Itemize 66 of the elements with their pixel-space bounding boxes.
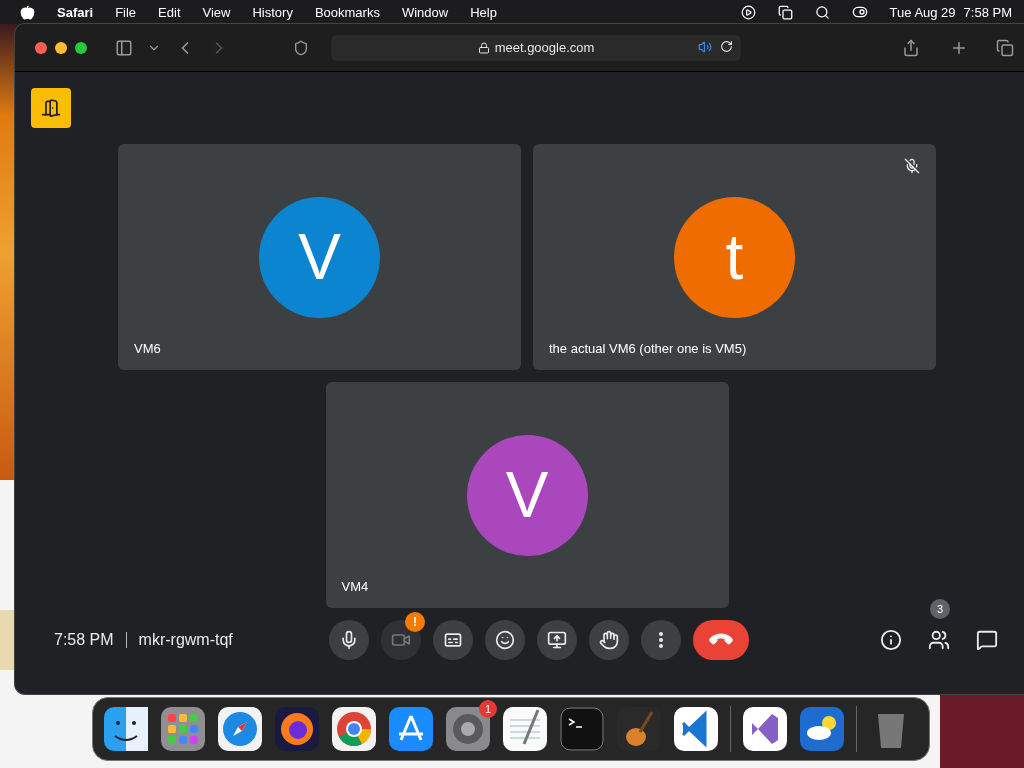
clock-time: 7:58 PM [54, 631, 114, 649]
tabs-icon[interactable] [996, 38, 1014, 57]
menu-bar-time: 7:58 PM [963, 4, 1012, 20]
participant-name: VM6 [134, 341, 161, 356]
terminal-icon[interactable] [559, 706, 605, 752]
close-button[interactable] [35, 41, 47, 54]
avatar: V [259, 196, 380, 318]
muted-mic-icon [904, 158, 920, 174]
lock-icon [477, 41, 490, 54]
menu-item[interactable]: History [252, 4, 293, 20]
chat-icon[interactable] [976, 629, 998, 651]
leave-button[interactable] [693, 620, 749, 660]
emoji-button[interactable] [485, 620, 525, 660]
control-center-icon[interactable] [851, 4, 868, 20]
more-icon [659, 632, 663, 648]
smiley-icon [495, 630, 515, 650]
people-icon[interactable] [928, 629, 950, 651]
participant-name: VM4 [341, 579, 369, 594]
zoom-button[interactable] [75, 41, 87, 54]
captions-button[interactable] [433, 620, 473, 660]
more-button[interactable] [641, 620, 681, 660]
participant-name: the actual VM6 (other one is VM5) [549, 341, 747, 356]
menu-item[interactable]: File [115, 4, 137, 20]
captions-icon [443, 630, 463, 650]
hand-button[interactable] [589, 620, 629, 660]
pen-paper-app-icon[interactable] [502, 706, 548, 752]
share-icon[interactable] [902, 38, 920, 57]
app-store-icon[interactable] [388, 706, 434, 752]
reload-icon[interactable] [720, 39, 733, 53]
windows-icon[interactable] [777, 4, 793, 20]
menu-bar-date: Tue Aug 29 [889, 4, 956, 20]
sidebar-icon[interactable] [115, 38, 133, 57]
avatar: t [674, 196, 795, 318]
grid-app-icon[interactable] [160, 706, 206, 752]
code-editor-app-icon[interactable] [673, 706, 719, 752]
avatar: V [466, 434, 588, 556]
menu-item[interactable]: Safari [57, 4, 94, 20]
speaker-icon[interactable] [698, 39, 712, 54]
mic-button[interactable] [329, 620, 369, 660]
participant-count-badge: 3 [930, 599, 950, 619]
door-icon [41, 98, 61, 118]
address-bar[interactable]: meet.google.com [331, 34, 741, 61]
menu-item[interactable]: Edit [158, 4, 181, 20]
chrome-app-icon[interactable] [331, 706, 377, 752]
alert-badge: ! [405, 612, 425, 632]
menu-item[interactable]: View [202, 4, 231, 20]
url-text: meet.google.com [494, 40, 595, 55]
door-button[interactable] [31, 88, 71, 128]
menu-item[interactable]: Bookmarks [314, 4, 380, 20]
minimize-button[interactable] [55, 41, 67, 54]
present-screen-icon [547, 630, 567, 650]
hand-icon [599, 630, 619, 650]
mic-icon [339, 630, 359, 650]
shield-icon[interactable] [293, 39, 309, 56]
menu-item[interactable]: Window [401, 4, 449, 20]
face-app-icon[interactable] [103, 706, 149, 752]
present-button[interactable] [537, 620, 577, 660]
compass-app-icon[interactable] [217, 706, 263, 752]
weather-app-icon[interactable] [799, 706, 845, 752]
meeting-code: mkr-rgwm-tqf [138, 631, 233, 649]
notification-badge: 1 [479, 700, 497, 718]
play-icon[interactable] [740, 4, 756, 20]
info-icon[interactable] [880, 629, 902, 651]
menu-item[interactable]: Help [470, 4, 497, 20]
search-icon[interactable] [814, 4, 830, 20]
apple-logo-icon[interactable] [20, 4, 35, 20]
